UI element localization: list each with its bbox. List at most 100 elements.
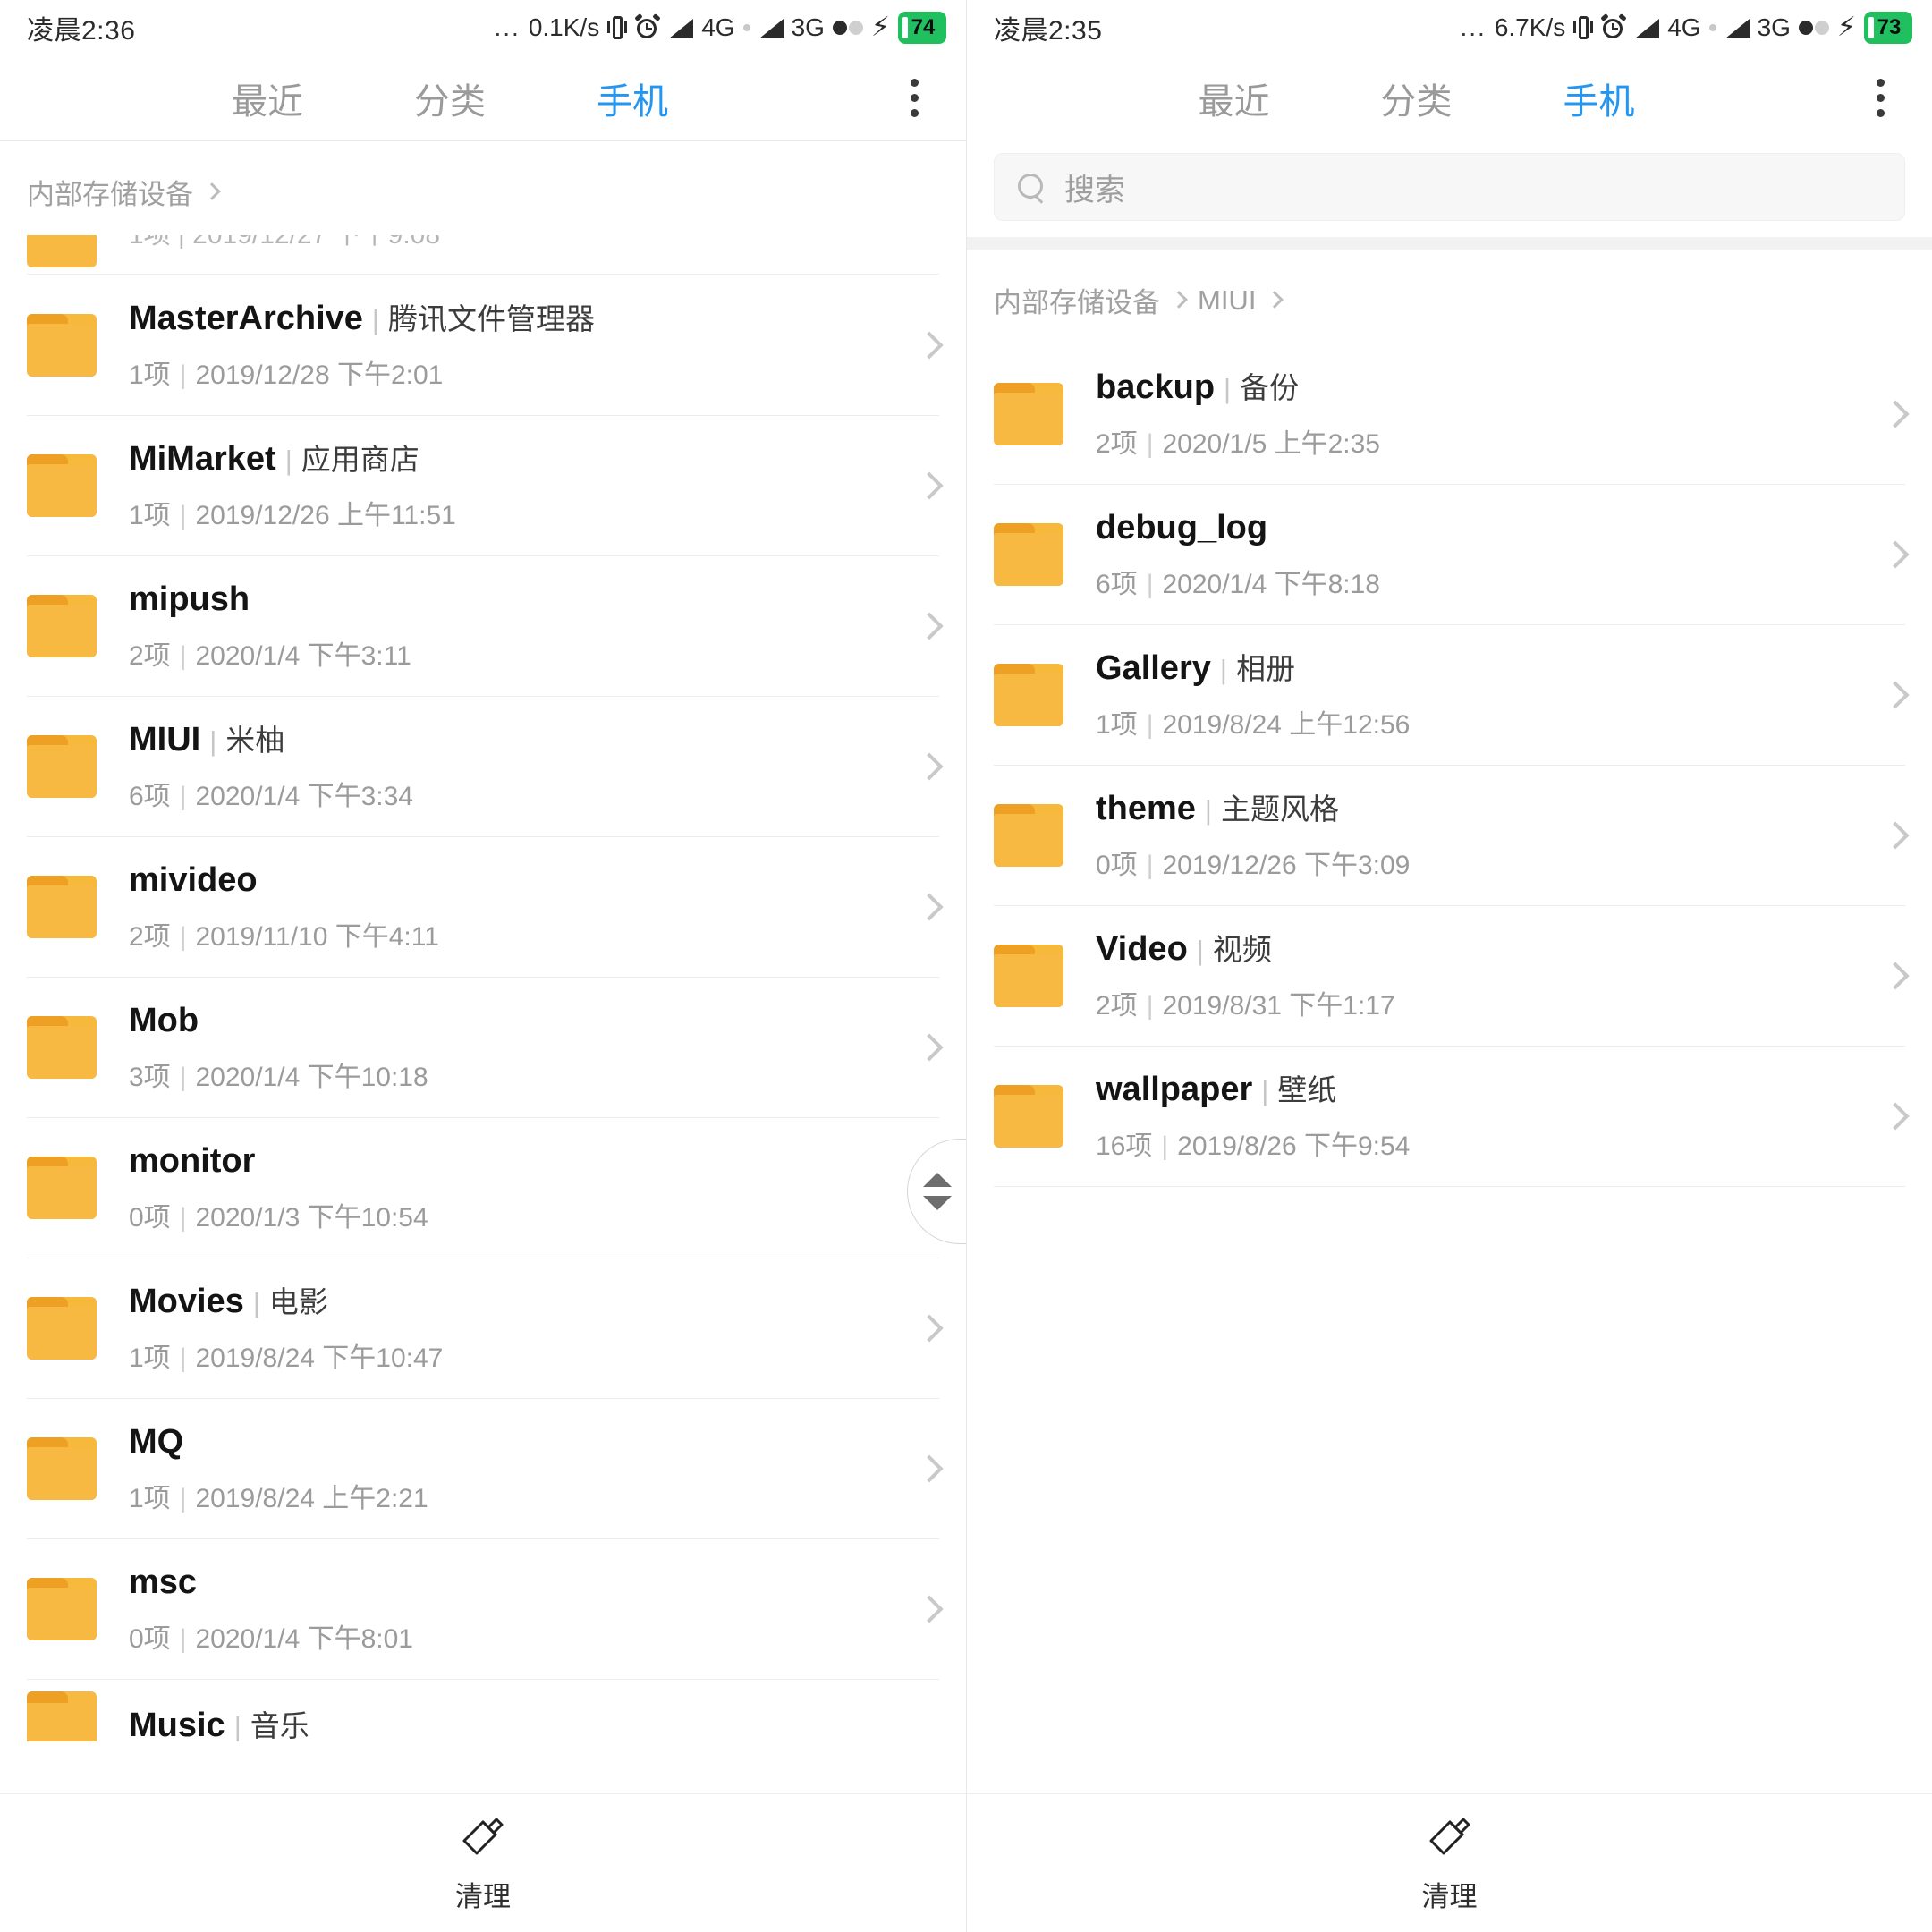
- folder-icon: [27, 594, 97, 657]
- folder-icon: [27, 1296, 97, 1360]
- table-row[interactable]: debug_log 6项 | 2020/1/4 下午8:18: [967, 484, 1932, 624]
- list-item-title: monitor: [129, 1141, 256, 1180]
- chevron-right-icon: [1881, 1101, 1910, 1131]
- list-item-text: Video | 视频 2项 | 2019/8/31 下午1:17: [1096, 928, 1871, 1023]
- network-gen-1: 4G: [1667, 13, 1701, 41]
- scroll-down-icon: [922, 1196, 952, 1210]
- bolt-icon: ⚡: [870, 13, 890, 42]
- table-row[interactable]: mivideo 2项 | 2019/11/10 下午4:11: [0, 836, 966, 977]
- list-item-meta: 6项 | 2020/1/4 下午3:34: [129, 782, 413, 812]
- clean-button[interactable]: 清理: [455, 1813, 511, 1914]
- search-icon: [1018, 174, 1045, 200]
- chevron-right-icon: [1266, 290, 1284, 309]
- list-item-title: Movies | 电影: [129, 1282, 328, 1320]
- tab-categories[interactable]: 分类: [1326, 72, 1508, 124]
- list-item-title: msc: [129, 1563, 198, 1601]
- list-item-partial-top[interactable]: 1项 | 2019/12/27 下午9:08: [0, 235, 966, 275]
- list-item-title: Music | 音乐: [129, 1707, 309, 1741]
- table-row[interactable]: wallpaper | 壁纸 16项 | 2019/8/26 下午9:54: [967, 1046, 1932, 1186]
- table-row[interactable]: MiMarket | 应用商店 1项 | 2019/12/26 上午11:51: [0, 415, 966, 555]
- battery-level: 73: [1864, 12, 1912, 44]
- breadcrumb-item-miui[interactable]: MIUI: [1198, 284, 1293, 317]
- signal-icon: [1724, 17, 1750, 38]
- overflow-menu-icon[interactable]: [886, 79, 943, 117]
- breadcrumb-item-storage[interactable]: 内部存储设备: [27, 172, 231, 212]
- table-row[interactable]: msc 0项 | 2020/1/4 下午8:01: [0, 1538, 966, 1679]
- folder-icon: [27, 235, 97, 267]
- list-item-title: mivideo: [129, 860, 258, 899]
- broom-icon: [459, 1813, 507, 1861]
- chevron-right-icon: [915, 1313, 944, 1343]
- list-item-text: monitor 0项 | 2020/1/3 下午10:54: [129, 1140, 905, 1235]
- status-time: 凌晨2:35: [994, 16, 1103, 46]
- network-gen-2: 3G: [1757, 13, 1791, 41]
- sim-pair-icon: [1798, 21, 1829, 35]
- list-end-divider: [994, 1186, 1905, 1187]
- table-row[interactable]: Gallery | 相册 1项 | 2019/8/24 上午12:56: [967, 624, 1932, 765]
- list-item-title: MQ: [129, 1422, 184, 1461]
- table-row[interactable]: Mob 3项 | 2020/1/4 下午10:18: [0, 977, 966, 1117]
- overflow-menu-icon[interactable]: [1852, 79, 1909, 117]
- list-item-text: mivideo 2项 | 2019/11/10 下午4:11: [129, 860, 905, 954]
- list-item-meta: 1项 | 2019/12/27 下午9:08: [129, 235, 440, 251]
- list-item-meta: 6项 | 2020/1/4 下午8:18: [1096, 570, 1380, 600]
- folder-icon: [27, 313, 97, 377]
- separator: |: [371, 303, 379, 335]
- vibrate-icon: [1573, 14, 1594, 41]
- tab-recent[interactable]: 最近: [1143, 72, 1326, 124]
- dual-screenshot: 凌晨2:36 ... 0.1K/s 4G 3G ⚡ 74 最近 分类 手机 内部…: [0, 0, 1932, 1932]
- breadcrumb-item-storage[interactable]: 内部存储设备: [994, 280, 1198, 320]
- table-row[interactable]: MIUI | 米柚 6项 | 2020/1/4 下午3:34: [0, 696, 966, 836]
- folder-icon: [994, 382, 1063, 445]
- tab-categories[interactable]: 分类: [359, 72, 541, 124]
- broom-icon: [1426, 1813, 1474, 1861]
- folder-icon: [27, 734, 97, 798]
- signal-icon: [758, 17, 784, 38]
- tab-phone[interactable]: 手机: [1508, 72, 1690, 124]
- chevron-right-icon: [203, 182, 221, 200]
- breadcrumb: 内部存储设备: [0, 141, 966, 235]
- table-row[interactable]: MasterArchive | 腾讯文件管理器 1项 | 2019/12/28 下午2:…: [0, 275, 966, 415]
- list-item-meta: 1项 | 2019/8/24 上午2:21: [129, 1484, 428, 1514]
- list-item-text: MasterArchive | 腾讯文件管理器 1项 | 2019/12/28 下午2:…: [129, 298, 905, 393]
- list-item-meta: 1项 | 2019/8/24 上午12:56: [1096, 710, 1411, 741]
- list-item-text: MIUI | 米柚 6项 | 2020/1/4 下午3:34: [129, 719, 905, 814]
- bolt-icon: ⚡: [1836, 13, 1856, 42]
- table-row[interactable]: Video | 视频 2项 | 2019/8/31 下午1:17: [967, 905, 1932, 1046]
- table-row[interactable]: monitor 0项 | 2020/1/3 下午10:54: [0, 1117, 966, 1258]
- bottom-bar-right: 清理: [967, 1793, 1932, 1932]
- chevron-right-icon: [915, 470, 944, 500]
- battery-level: 74: [898, 12, 946, 44]
- search-input[interactable]: 搜索: [994, 153, 1905, 221]
- sim-dot-icon: [742, 24, 750, 31]
- clean-button[interactable]: 清理: [1422, 1813, 1478, 1914]
- table-row[interactable]: theme | 主题风格 0项 | 2019/12/26 下午3:09: [967, 765, 1932, 905]
- more-dots-icon: ...: [494, 13, 521, 41]
- chevron-right-icon: [915, 611, 944, 640]
- chevron-right-icon: [1881, 820, 1910, 850]
- file-list-left[interactable]: 1项 | 2019/12/27 下午9:08 MasterArchive|腾讯文…: [0, 235, 966, 1741]
- list-item-text: msc 0项 | 2020/1/4 下午8:01: [129, 1562, 905, 1657]
- table-row[interactable]: MQ 1项 | 2019/8/24 上午2:21: [0, 1398, 966, 1538]
- table-row[interactable]: Movies | 电影 1项 | 2019/8/24 下午10:47: [0, 1258, 966, 1398]
- list-item-title: Mob: [129, 1001, 199, 1039]
- folder-icon: [27, 1577, 97, 1640]
- search-area: 搜索: [967, 140, 1932, 237]
- folder-icon: [27, 875, 97, 938]
- chevron-right-icon: [1881, 399, 1910, 428]
- network-speed: 6.7K/s: [1494, 13, 1566, 41]
- file-list-right[interactable]: backup | 备份 2项 | 2020/1/5 上午2:35 debug_log 6…: [967, 343, 1932, 1187]
- list-item-text: Mob 3项 | 2020/1/4 下午10:18: [129, 1000, 905, 1095]
- table-row[interactable]: backup | 备份 2项 | 2020/1/5 上午2:35: [967, 343, 1932, 484]
- tab-recent[interactable]: 最近: [176, 72, 359, 124]
- list-item-text: Gallery | 相册 1项 | 2019/8/24 上午12:56: [1096, 648, 1871, 742]
- list-item-meta: 2项 | 2019/11/10 下午4:11: [129, 922, 439, 953]
- battery-icon: 73: [1864, 12, 1912, 44]
- folder-icon: [27, 1156, 97, 1219]
- chevron-right-icon: [1881, 680, 1910, 709]
- list-item-title-cn: 腾讯文件管理器: [387, 301, 595, 335]
- table-row[interactable]: mipush 2项 | 2020/1/4 下午3:11: [0, 555, 966, 696]
- list-item-partial-bottom[interactable]: Music | 音乐: [0, 1679, 966, 1741]
- tab-phone[interactable]: 手机: [541, 72, 724, 124]
- status-bar-left: 凌晨2:36 ... 0.1K/s 4G 3G ⚡ 74: [0, 0, 966, 55]
